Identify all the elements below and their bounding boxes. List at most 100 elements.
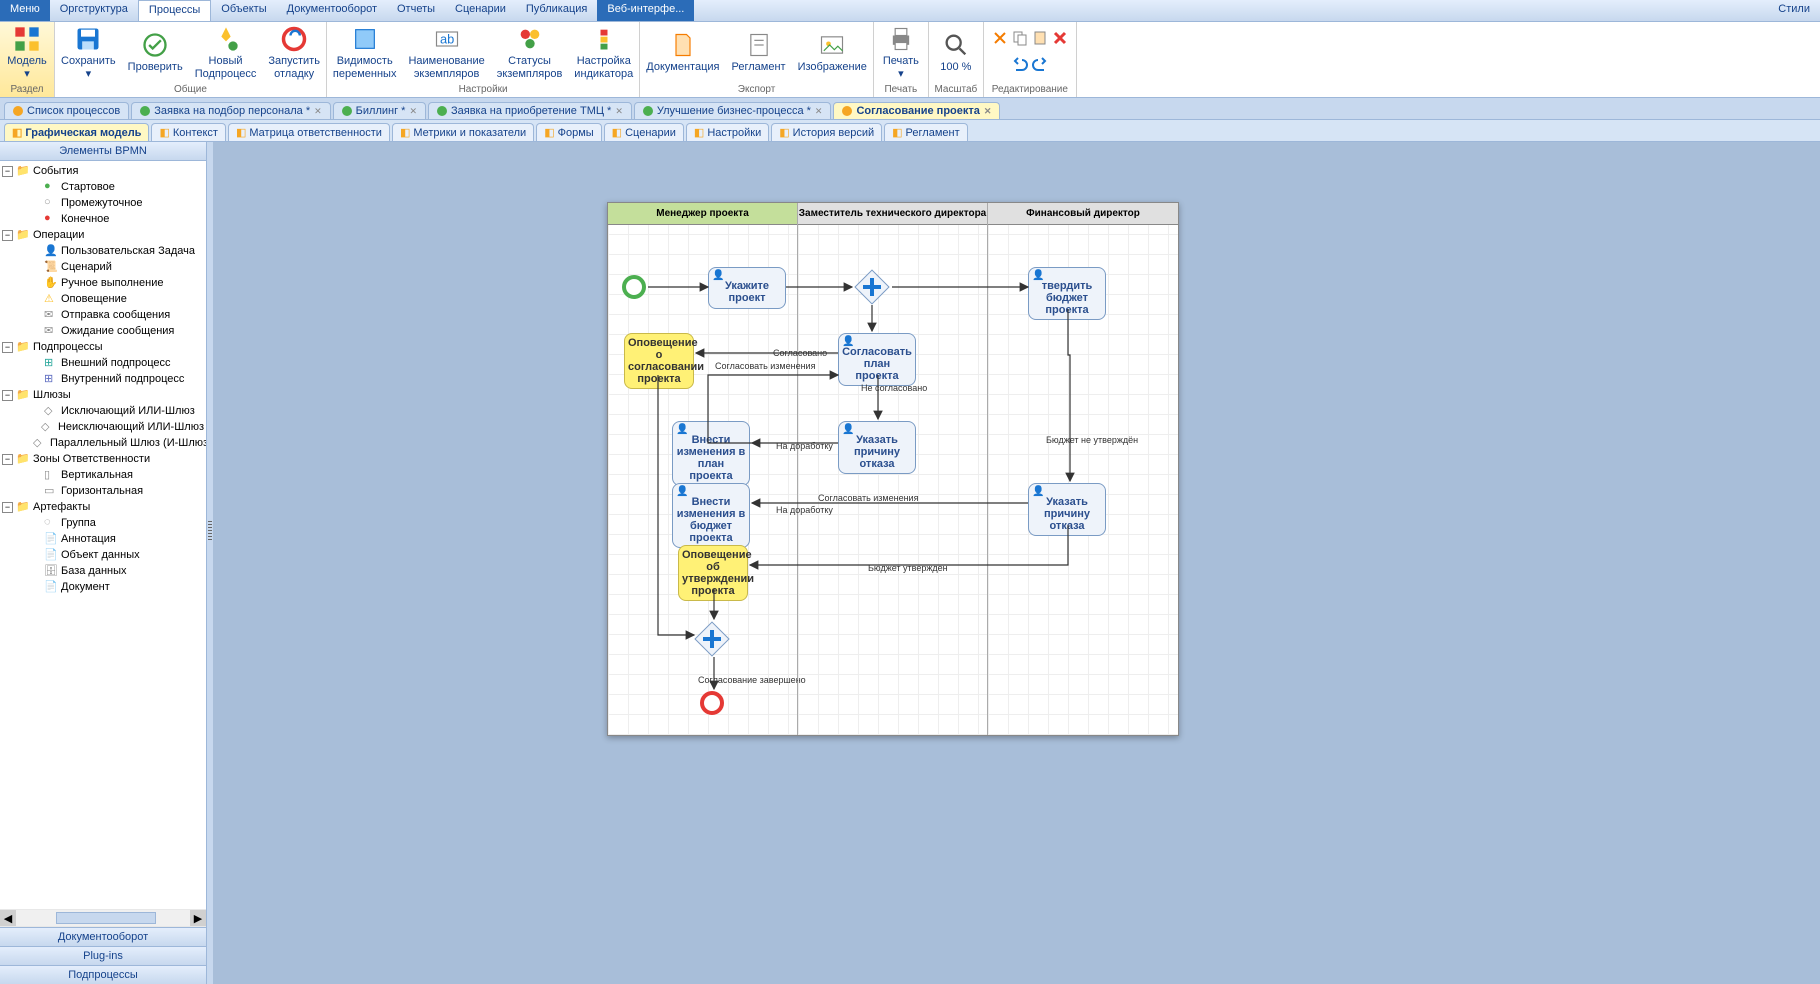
tree-item[interactable]: ◌Группа bbox=[2, 515, 204, 531]
naming-button[interactable]: abНаименование экземпляров bbox=[402, 23, 490, 81]
new-subprocess-button[interactable]: Новый Подпроцесс bbox=[189, 23, 263, 81]
sub-tab[interactable]: ◧Метрики и показатели bbox=[392, 123, 534, 141]
user-task[interactable]: 👤Указать причину отказа bbox=[1028, 483, 1106, 536]
menu-item[interactable]: Объекты bbox=[211, 0, 276, 21]
tree-item[interactable]: 👤Пользовательская Задача bbox=[2, 243, 204, 259]
delete-icon[interactable] bbox=[1052, 30, 1068, 46]
scroll-thumb[interactable] bbox=[56, 912, 156, 924]
check-button[interactable]: Проверить bbox=[122, 29, 189, 75]
tree-item[interactable]: ▯Вертикальная bbox=[2, 467, 204, 483]
user-task[interactable]: 👤Согласовать план проекта bbox=[838, 333, 916, 386]
model-button[interactable]: Модель▾ bbox=[0, 23, 54, 81]
notification[interactable]: Оповещение об утверждении проекта bbox=[678, 545, 748, 601]
menu-item[interactable]: Сценарии bbox=[445, 0, 516, 21]
sidebar-panel[interactable]: Документооборот bbox=[0, 927, 206, 946]
expand-icon[interactable]: − bbox=[2, 390, 13, 401]
canvas[interactable]: Менеджер проекта 👤Укажите проект Оповеще… bbox=[207, 142, 1820, 984]
tree-category[interactable]: −📁Операции bbox=[2, 227, 204, 243]
tree-category[interactable]: −📁События bbox=[2, 163, 204, 179]
notification[interactable]: Оповещение о согласовании проекта bbox=[624, 333, 694, 389]
tree-item[interactable]: ○Промежуточное bbox=[2, 195, 204, 211]
parallel-gateway[interactable] bbox=[854, 269, 890, 305]
close-icon[interactable]: ✕ bbox=[409, 106, 417, 117]
sub-tab[interactable]: ◧Сценарии bbox=[604, 123, 684, 141]
bpmn-diagram[interactable]: Менеджер проекта 👤Укажите проект Оповеще… bbox=[607, 202, 1179, 736]
tree-category[interactable]: −📁Зоны Ответственности bbox=[2, 451, 204, 467]
sub-tab[interactable]: ◧Формы bbox=[536, 123, 601, 141]
tree-item[interactable]: ⚠Оповещение bbox=[2, 291, 204, 307]
close-icon[interactable]: ✕ bbox=[984, 106, 992, 117]
tree-item[interactable]: ⊞Внешний подпроцесс bbox=[2, 355, 204, 371]
print-button[interactable]: Печать▾ bbox=[874, 23, 928, 81]
reglament-button[interactable]: Регламент bbox=[725, 29, 791, 75]
sidebar-panel[interactable]: Подпроцессы bbox=[0, 965, 206, 984]
lane-header[interactable]: Финансовый директор bbox=[988, 203, 1178, 225]
tree-item[interactable]: 📄Документ bbox=[2, 579, 204, 595]
sub-tab[interactable]: ◧Регламент bbox=[884, 123, 967, 141]
save-button[interactable]: Сохранить▾ bbox=[55, 23, 122, 81]
doc-tab[interactable]: Согласование проекта✕ bbox=[833, 102, 1000, 119]
expand-icon[interactable]: − bbox=[2, 502, 13, 513]
menu-item[interactable]: Веб-интерфе... bbox=[597, 0, 694, 21]
tree-item[interactable]: 🗄База данных bbox=[2, 563, 204, 579]
doc-tab[interactable]: Список процессов bbox=[4, 102, 129, 119]
menu-item-active[interactable]: Процессы bbox=[138, 0, 211, 21]
scroll-left-icon[interactable]: ◀ bbox=[0, 910, 16, 926]
user-task[interactable]: 👤Внести изменения в бюджет проекта bbox=[672, 483, 750, 548]
tree-category[interactable]: −📁Подпроцессы bbox=[2, 339, 204, 355]
start-event[interactable] bbox=[622, 275, 646, 299]
tree-item[interactable]: ⊞Внутренний подпроцесс bbox=[2, 371, 204, 387]
sub-tab[interactable]: ◧История версий bbox=[771, 123, 882, 141]
sidebar-panel[interactable]: Plug-ins bbox=[0, 946, 206, 965]
tree-item[interactable]: ◇Параллельный Шлюз (И-Шлюз) bbox=[2, 435, 204, 451]
close-icon[interactable]: ✕ bbox=[815, 106, 823, 117]
doc-tab[interactable]: Заявка на приобретение ТМЦ *✕ bbox=[428, 102, 632, 119]
debug-button[interactable]: Запустить отладку bbox=[262, 23, 326, 81]
tree-item[interactable]: ◇Неисключающий ИЛИ-Шлюз bbox=[2, 419, 204, 435]
tree-item[interactable]: 📄Аннотация bbox=[2, 531, 204, 547]
user-task[interactable]: 👤Внести изменения в план проекта bbox=[672, 421, 750, 486]
doc-tab[interactable]: Улучшение бизнес-процесса *✕ bbox=[634, 102, 832, 119]
scroll-right-icon[interactable]: ▶ bbox=[190, 910, 206, 926]
styles-link[interactable]: Стили bbox=[1768, 0, 1820, 21]
tree-item[interactable]: 📜Сценарий bbox=[2, 259, 204, 275]
doc-tab[interactable]: Заявка на подбор персонала *✕ bbox=[131, 102, 330, 119]
expand-icon[interactable]: − bbox=[2, 166, 13, 177]
status-button[interactable]: Статусы экземпляров bbox=[491, 23, 569, 81]
sidebar-scrollbar[interactable]: ◀ ▶ bbox=[0, 909, 206, 927]
user-task[interactable]: 👤Указать причину отказа bbox=[838, 421, 916, 474]
user-task[interactable]: 👤твердить бюджет проекта bbox=[1028, 267, 1106, 320]
tree-item[interactable]: ✋Ручное выполнение bbox=[2, 275, 204, 291]
sub-tab[interactable]: ◧Контекст bbox=[151, 123, 226, 141]
indicator-button[interactable]: Настройка индикатора bbox=[568, 23, 639, 81]
expand-icon[interactable]: − bbox=[2, 230, 13, 241]
doc-button[interactable]: Документация bbox=[640, 29, 725, 75]
user-task[interactable]: 👤Укажите проект bbox=[708, 267, 786, 309]
parallel-gateway[interactable] bbox=[694, 621, 730, 657]
menu-item[interactable]: Отчеты bbox=[387, 0, 445, 21]
tree-item[interactable]: ●Стартовое bbox=[2, 179, 204, 195]
close-icon[interactable]: ✕ bbox=[314, 106, 322, 117]
zoom-button[interactable]: 100 % bbox=[929, 29, 983, 75]
expand-icon[interactable]: − bbox=[2, 342, 13, 353]
tree-item[interactable]: ✉Ожидание сообщения bbox=[2, 323, 204, 339]
copy-icon[interactable] bbox=[1012, 30, 1028, 46]
expand-icon[interactable]: − bbox=[2, 454, 13, 465]
vars-button[interactable]: Видимость переменных bbox=[327, 23, 403, 81]
tree-category[interactable]: −📁Артефакты bbox=[2, 499, 204, 515]
undo-icon[interactable] bbox=[1012, 56, 1028, 72]
lane-header[interactable]: Менеджер проекта bbox=[608, 203, 797, 225]
sub-tab[interactable]: ◧Настройки bbox=[686, 123, 769, 141]
end-event[interactable] bbox=[700, 691, 724, 715]
doc-tab[interactable]: Биллинг *✕ bbox=[333, 102, 426, 119]
lane-header[interactable]: Заместитель технического директора bbox=[798, 203, 987, 225]
close-icon[interactable]: ✕ bbox=[615, 106, 623, 117]
tree-item[interactable]: 📄Объект данных bbox=[2, 547, 204, 563]
sub-tab[interactable]: ◧Матрица ответственности bbox=[228, 123, 390, 141]
menu-item[interactable]: Публикация bbox=[516, 0, 597, 21]
menu-item[interactable]: Меню bbox=[0, 0, 50, 21]
splitter[interactable] bbox=[207, 142, 213, 984]
redo-icon[interactable] bbox=[1032, 56, 1048, 72]
tree-category[interactable]: −📁Шлюзы bbox=[2, 387, 204, 403]
paste-icon[interactable] bbox=[1032, 30, 1048, 46]
